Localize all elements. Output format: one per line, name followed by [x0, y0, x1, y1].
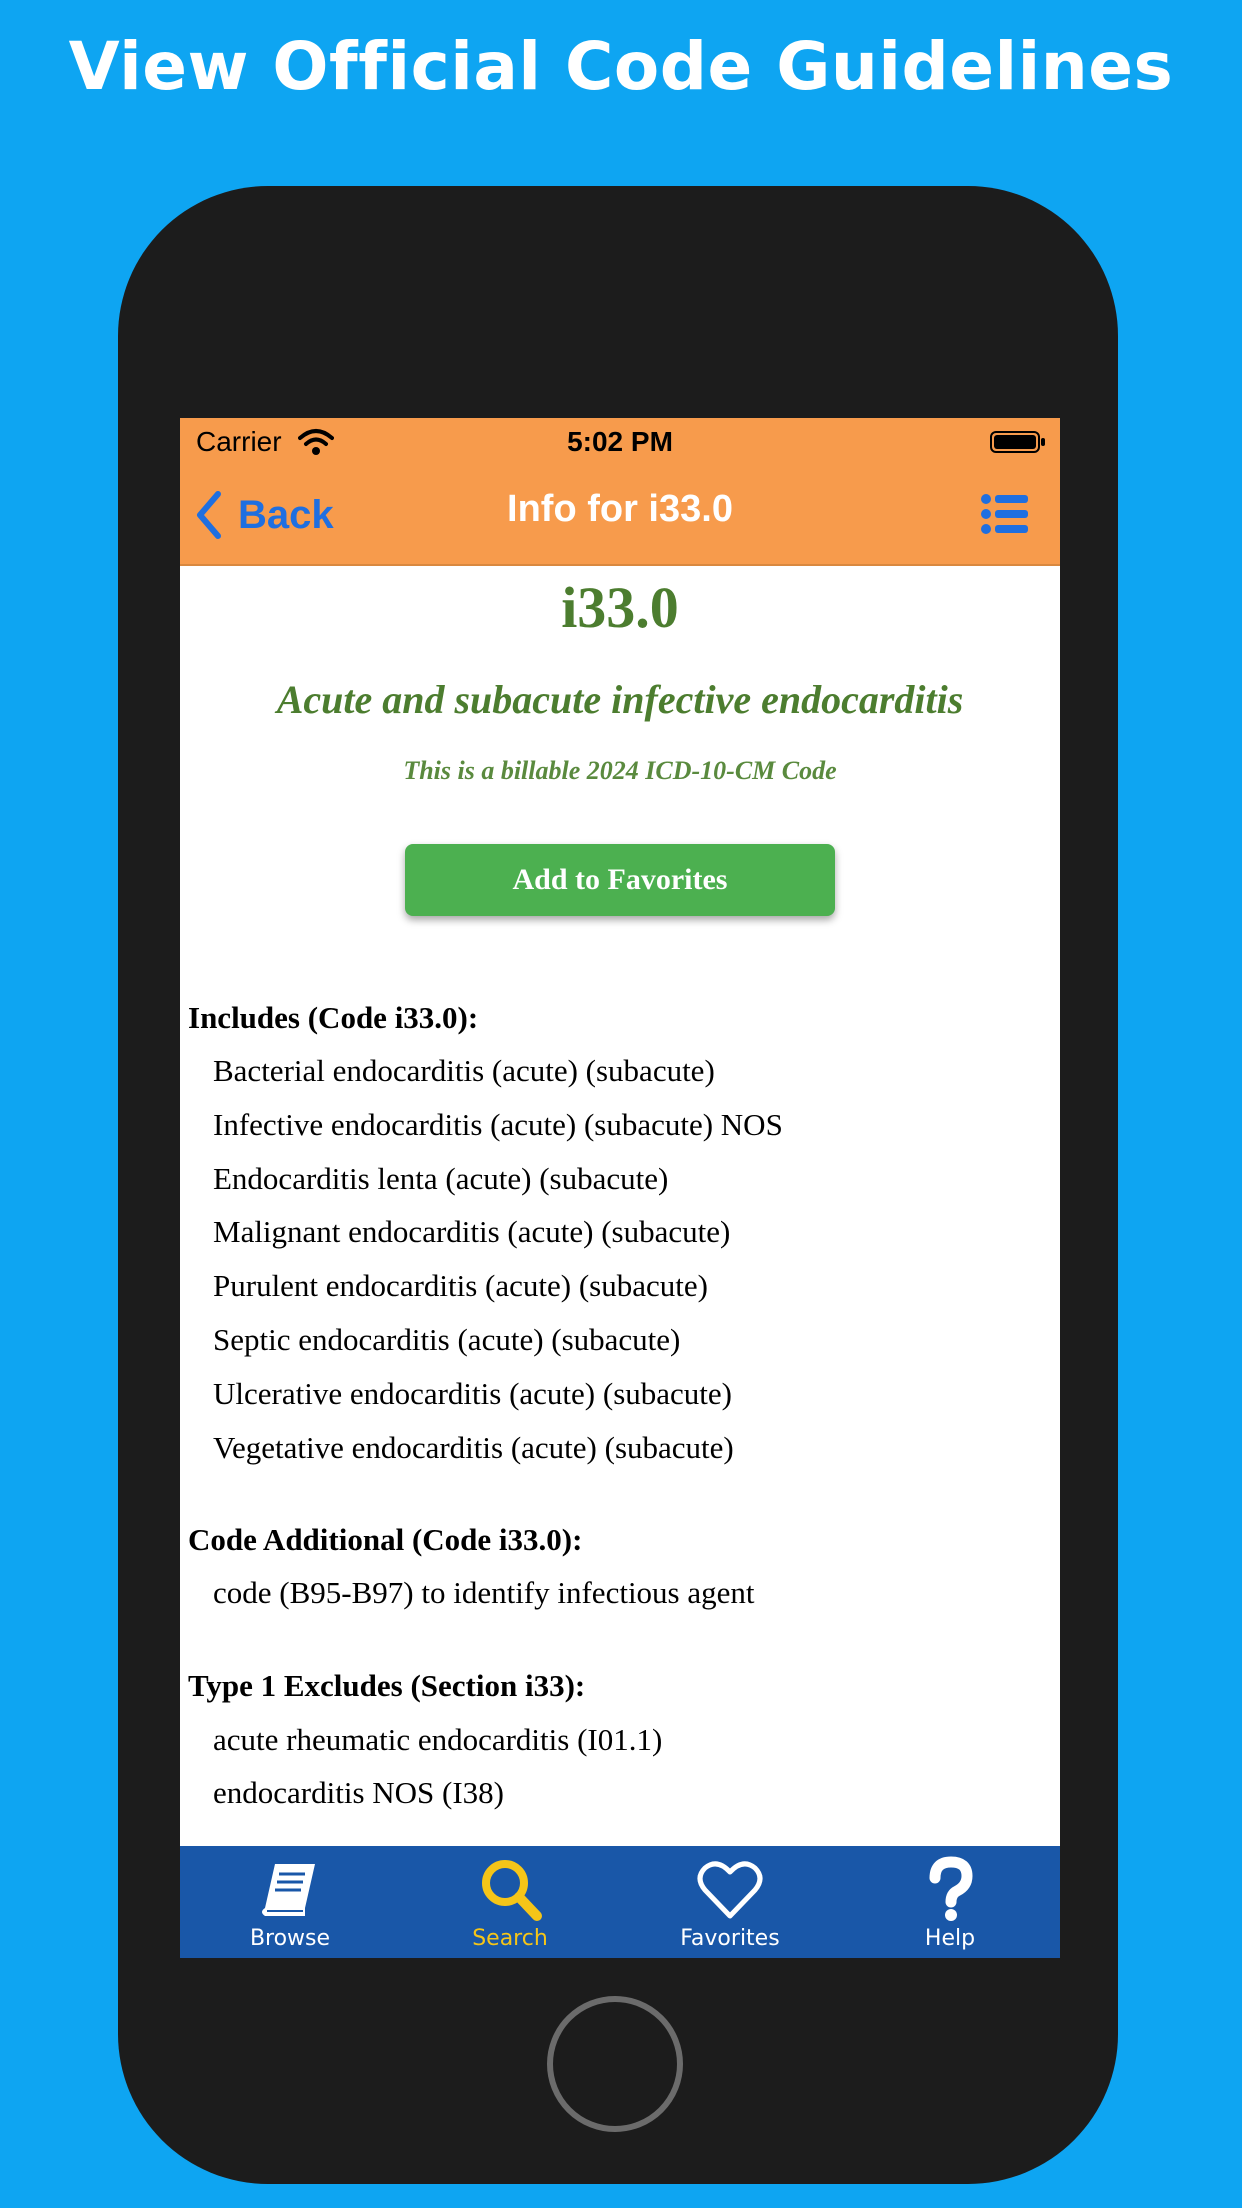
- status-time: 5:02 PM: [567, 426, 673, 457]
- list-item: Endocarditis lenta (acute) (subacute): [213, 1161, 669, 1196]
- navigation-bar: Back Info for i33.0: [180, 466, 1060, 566]
- list-item: Septic endocarditis (acute) (subacute): [213, 1322, 681, 1357]
- list-item: acute rheumatic endocarditis (I01.1): [213, 1722, 663, 1757]
- code-heading: i33.0: [561, 575, 679, 640]
- list-item: Malignant endocarditis (acute) (subacute…: [213, 1214, 731, 1249]
- tab-search[interactable]: Search: [400, 1846, 620, 1958]
- list-item: code (B95-B97) to identify infectious ag…: [213, 1575, 755, 1610]
- list-item: Bacterial endocarditis (acute) (subacute…: [213, 1053, 715, 1088]
- app-screen: Carrier 5:02 PM Back Info for i33.0 i33.…: [180, 418, 1060, 1958]
- status-bar: Carrier 5:02 PM: [180, 418, 1060, 466]
- tab-help[interactable]: Help: [840, 1846, 1060, 1958]
- search-icon: [482, 1860, 542, 1921]
- billable-note: This is a billable 2024 ICD-10-CM Code: [403, 756, 837, 785]
- book-icon: [262, 1864, 315, 1916]
- add-to-favorites-button[interactable]: Add to Favorites: [405, 844, 835, 916]
- page-title: Info for i33.0: [507, 488, 733, 530]
- section-includes-title: Includes (Code i33.0):: [188, 1000, 479, 1035]
- list-icon[interactable]: [980, 492, 1030, 536]
- list-item: endocarditis NOS (I38): [213, 1775, 504, 1810]
- question-icon: [929, 1856, 973, 1921]
- code-detail: i33.0 Acute and subacute infective endoc…: [180, 566, 1060, 1810]
- tab-search-label: Search: [472, 1926, 548, 1951]
- heart-icon: [697, 1861, 763, 1919]
- tab-favorites-label: Favorites: [680, 1926, 780, 1951]
- tab-favorites[interactable]: Favorites: [620, 1846, 840, 1958]
- tab-help-label: Help: [924, 1926, 976, 1951]
- tab-browse[interactable]: Browse: [180, 1846, 400, 1958]
- section-excludes-title: Type 1 Excludes (Section i33):: [188, 1668, 586, 1703]
- list-item: Vegetative endocarditis (acute) (subacut…: [213, 1430, 734, 1465]
- list-item: Purulent endocarditis (acute) (subacute): [213, 1268, 708, 1303]
- battery-icon: [990, 431, 1045, 453]
- home-button[interactable]: [547, 1996, 683, 2132]
- code-description: Acute and subacute infective endocarditi…: [276, 677, 964, 722]
- list-item: Ulcerative endocarditis (acute) (subacut…: [213, 1376, 732, 1411]
- tab-bar: Browse Search Favorites Help: [180, 1846, 1060, 1958]
- list-item: Infective endocarditis (acute) (subacute…: [213, 1107, 783, 1142]
- section-code-additional-title: Code Additional (Code i33.0):: [188, 1522, 583, 1557]
- promo-headline: View Official Code Guidelines: [68, 28, 1174, 105]
- tab-browse-label: Browse: [249, 1926, 331, 1951]
